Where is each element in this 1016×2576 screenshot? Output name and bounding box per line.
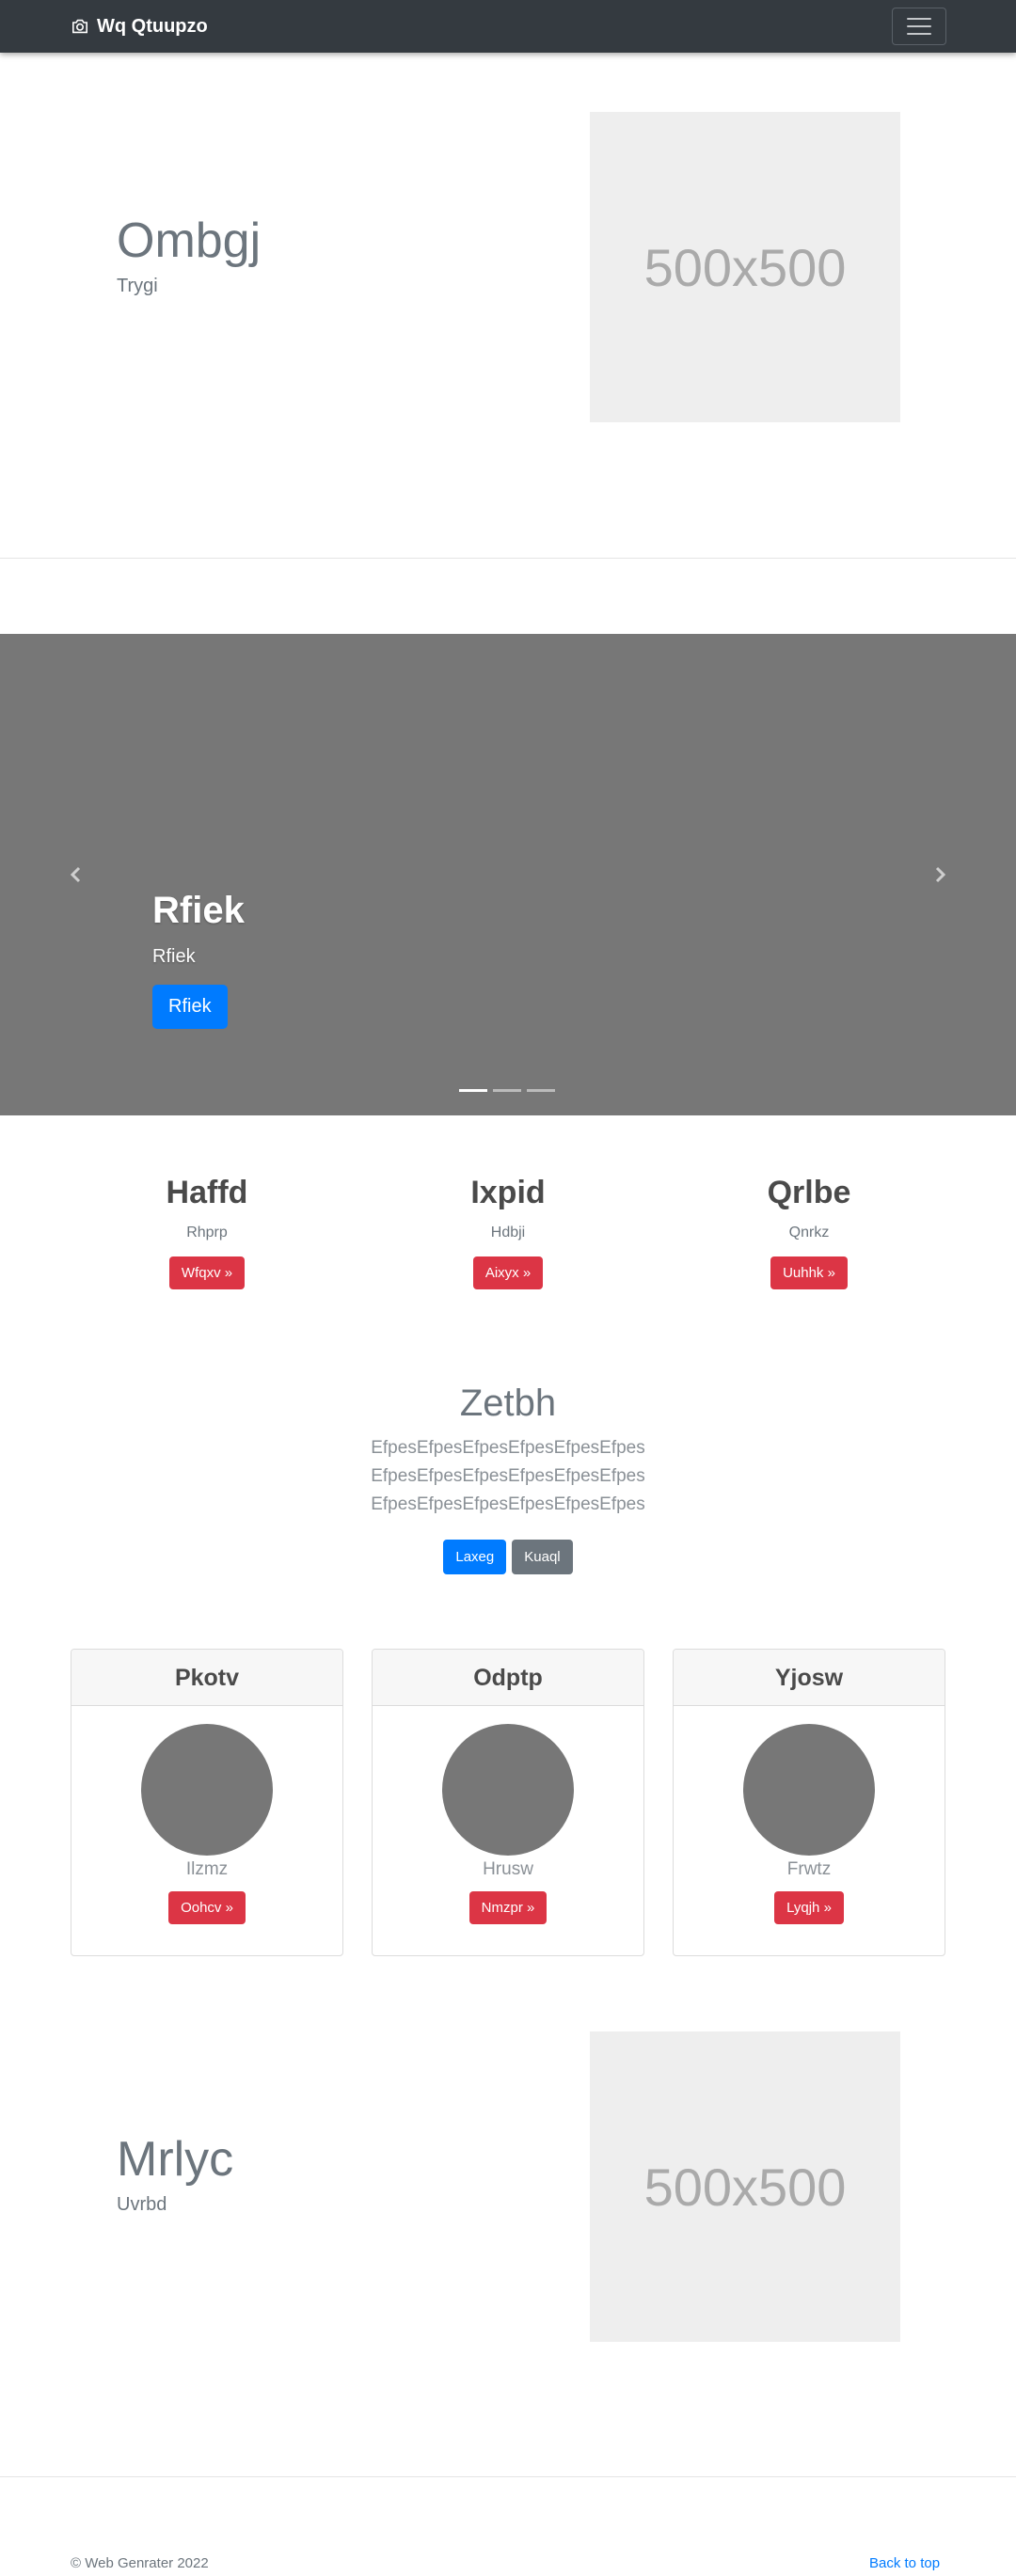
carousel-text: Rfiek bbox=[152, 946, 196, 967]
marketing-text: Hdbji bbox=[490, 1225, 526, 1241]
divider bbox=[0, 558, 1016, 559]
back-to-top-link[interactable]: Back to top bbox=[869, 2555, 940, 2571]
jumbotron-secondary-button[interactable]: Kuaql bbox=[512, 1540, 573, 1574]
navbar-toggler-button[interactable] bbox=[892, 8, 946, 45]
marketing-title: Haffd bbox=[166, 1175, 248, 1210]
carousel-indicator[interactable] bbox=[493, 1089, 521, 1092]
card-button[interactable]: Nmzpr » bbox=[468, 1891, 548, 1924]
chevron-left-icon bbox=[70, 866, 81, 883]
marketing-button[interactable]: Uuhhk » bbox=[770, 1256, 848, 1289]
marketing-column: Qrlbe Qnrkz Uuhhk » bbox=[668, 1175, 950, 1289]
carousel-next-button[interactable] bbox=[929, 863, 951, 886]
card-text: Frwtz bbox=[786, 1859, 832, 1879]
placeholder-label: 500x500 bbox=[643, 237, 847, 297]
featurette-lead: Trygi bbox=[117, 276, 158, 296]
card-header: Yjosw bbox=[674, 1650, 945, 1706]
card-body: Hrusw Nmzpr » bbox=[373, 1724, 643, 1924]
chevron-right-icon bbox=[935, 866, 946, 883]
featurette-image-placeholder: 500x500 bbox=[590, 2031, 900, 2342]
card-body: Ilzmz Oohcv » bbox=[71, 1724, 342, 1924]
carousel-title: Rfiek bbox=[152, 890, 245, 931]
camera-icon bbox=[72, 19, 87, 34]
marketing-button[interactable]: Aixyx » bbox=[472, 1256, 544, 1289]
avatar bbox=[743, 1724, 875, 1856]
hamburger-icon bbox=[907, 18, 931, 20]
carousel-button[interactable]: Rfiek bbox=[152, 985, 228, 1029]
featurette-heading: Ombgj bbox=[117, 213, 262, 268]
placeholder-label: 500x500 bbox=[643, 2157, 847, 2217]
card-header: Pkotv bbox=[71, 1650, 342, 1706]
card-button[interactable]: Lyqjh » bbox=[774, 1891, 844, 1924]
marketing-text: Qnrkz bbox=[788, 1225, 830, 1241]
card-text: Hrusw bbox=[483, 1859, 533, 1879]
jumbotron-buttons: Laxeg Kuaql bbox=[0, 1540, 1016, 1574]
marketing-button[interactable]: Wfqxv » bbox=[168, 1256, 246, 1289]
carousel-indicators bbox=[459, 1089, 555, 1092]
marketing-text: Rhprp bbox=[186, 1225, 228, 1241]
brand-name: Wq Qtuupzo bbox=[97, 15, 208, 37]
card-header: Odptp bbox=[373, 1650, 643, 1706]
navbar: Wq Qtuupzo bbox=[0, 0, 1016, 53]
avatar bbox=[141, 1724, 273, 1856]
carousel-indicator[interactable] bbox=[459, 1089, 487, 1092]
divider bbox=[0, 2476, 1016, 2477]
carousel-indicator[interactable] bbox=[527, 1089, 555, 1092]
avatar bbox=[442, 1724, 574, 1856]
card: Pkotv Ilzmz Oohcv » bbox=[71, 1649, 343, 1956]
jumbotron-lead: EfpesEfpesEfpesEfpesEfpesEfpes EfpesEfpe… bbox=[371, 1438, 645, 1514]
carousel-prev-button[interactable] bbox=[65, 863, 87, 886]
carousel: Rfiek Rfiek Rfiek bbox=[0, 634, 1016, 1115]
marketing-column: Ixpid Hdbji Aixyx » bbox=[367, 1175, 649, 1289]
featurette-lead: Uvrbd bbox=[117, 2194, 167, 2215]
card: Yjosw Frwtz Lyqjh » bbox=[673, 1649, 945, 1956]
card-body: Frwtz Lyqjh » bbox=[674, 1724, 945, 1924]
card-text: Ilzmz bbox=[185, 1859, 229, 1879]
marketing-title: Ixpid bbox=[470, 1175, 546, 1210]
footer-copyright: © Web Genrater 2022 bbox=[71, 2555, 209, 2571]
card-button[interactable]: Oohcv » bbox=[168, 1891, 246, 1924]
marketing-title: Qrlbe bbox=[767, 1175, 851, 1210]
jumbotron-title: Zetbh bbox=[459, 1383, 557, 1424]
card: Odptp Hrusw Nmzpr » bbox=[372, 1649, 644, 1956]
jumbotron-primary-button[interactable]: Laxeg bbox=[443, 1540, 507, 1574]
jumbotron: Zetbh EfpesEfpesEfpesEfpesEfpesEfpes Efp… bbox=[0, 1383, 1016, 1574]
marketing-column: Haffd Rhprp Wfqxv » bbox=[66, 1175, 348, 1289]
featurette-image-placeholder: 500x500 bbox=[590, 112, 900, 422]
carousel-caption: Rfiek Rfiek Rfiek bbox=[152, 888, 245, 1029]
featurette-heading: Mrlyc bbox=[117, 2132, 234, 2187]
navbar-brand[interactable]: Wq Qtuupzo bbox=[71, 15, 208, 38]
